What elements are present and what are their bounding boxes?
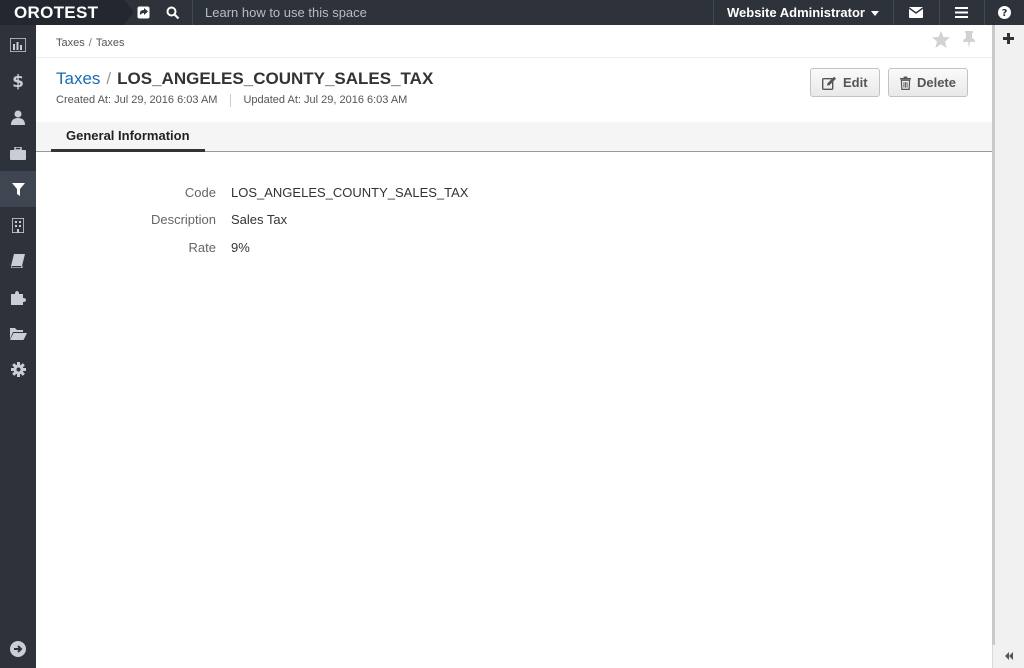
search-icon[interactable]	[158, 0, 188, 25]
main-content: Taxes / Taxes Taxes / LOS_ANGELES_COUNTY_SAL…	[36, 25, 992, 668]
dollar-icon[interactable]: $	[0, 63, 36, 99]
gear-icon[interactable]	[0, 351, 36, 387]
briefcase-icon[interactable]	[0, 135, 36, 171]
help-icon[interactable]: ?	[989, 0, 1019, 25]
delete-label: Delete	[916, 75, 956, 90]
book-icon[interactable]	[0, 243, 36, 279]
caret-down-icon	[870, 11, 879, 17]
page-title: Taxes / LOS_ANGELES_COUNTY_SALES_TAX	[56, 69, 433, 89]
main-menu-sidebar: $	[0, 25, 36, 668]
user-name: Website Administrator	[727, 5, 865, 20]
trash-icon	[900, 76, 911, 90]
collapse-panel-icon[interactable]	[1004, 648, 1014, 663]
arrow-circle-right-icon[interactable]	[0, 631, 36, 667]
star-icon[interactable]	[932, 31, 950, 51]
page-actions	[932, 31, 976, 51]
breadcrumb-item: Taxes	[56, 37, 85, 49]
field-label: Rate	[188, 240, 216, 255]
delete-button[interactable]: Delete	[888, 68, 968, 97]
field-row-code: Code LOS_ANGELES_COUNTY_SALES_TAX	[36, 185, 636, 205]
user-menu[interactable]: Website Administrator	[713, 0, 893, 25]
edit-icon	[822, 76, 836, 90]
field-label: Code	[184, 185, 216, 200]
svg-text:?: ?	[1001, 8, 1007, 19]
created-at: Created At: Jul 29, 2016 6:03 AM	[56, 94, 218, 106]
record-name: LOS_ANGELES_COUNTY_SALES_TAX	[117, 69, 434, 88]
title-separator: /	[106, 69, 112, 88]
filter-icon[interactable]	[0, 171, 36, 207]
app-brand[interactable]: OROTEST	[0, 0, 134, 25]
field-label: Description	[150, 212, 216, 227]
tab-general-information[interactable]: General Information	[51, 122, 205, 152]
scrollbar[interactable]	[992, 25, 995, 645]
edit-button[interactable]: Edit	[810, 68, 880, 97]
field-value: 9%	[231, 240, 250, 255]
updated-at: Updated At: Jul 29, 2016 6:03 AM	[243, 94, 408, 106]
email-icon[interactable]	[901, 0, 931, 25]
right-side-panel	[992, 25, 1024, 668]
breadcrumb-separator: /	[88, 37, 92, 49]
user-icon[interactable]	[0, 99, 36, 135]
field-value: Sales Tax	[231, 212, 288, 227]
plus-icon[interactable]	[1003, 32, 1014, 47]
menu-icon[interactable]	[946, 0, 976, 25]
svg-text:$: $	[12, 72, 24, 90]
breadcrumb-item: Taxes	[95, 37, 125, 49]
search-hint-input[interactable]: Learn how to use this space	[192, 0, 712, 25]
top-navbar: OROTEST Learn how to use this space Webs…	[0, 0, 1024, 25]
shortcut-icon[interactable]	[128, 0, 158, 25]
breadcrumb: Taxes / Taxes	[56, 37, 125, 49]
field-row-description: Description Sales Tax	[36, 212, 636, 232]
record-meta: Created At: Jul 29, 2016 6:03 AM Updated…	[56, 94, 407, 107]
edit-label: Edit	[843, 75, 868, 90]
dashboard-icon[interactable]	[0, 27, 36, 63]
folder-open-icon[interactable]	[0, 315, 36, 351]
entity-link[interactable]: Taxes	[56, 69, 100, 88]
tabs-bar: General Information	[36, 122, 992, 152]
field-row-rate: Rate 9%	[36, 240, 636, 260]
field-value: LOS_ANGELES_COUNTY_SALES_TAX	[231, 185, 469, 200]
pin-icon[interactable]	[962, 31, 976, 51]
building-icon[interactable]	[0, 207, 36, 243]
puzzle-icon[interactable]	[0, 279, 36, 315]
